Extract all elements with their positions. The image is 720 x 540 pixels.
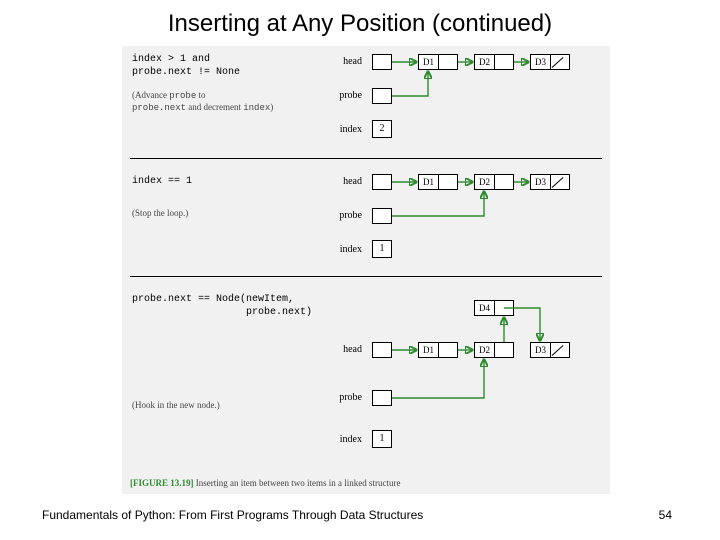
stage3-probe-ptr [372,390,392,406]
stage1-note-line2: probe.next and decrement index) [132,102,273,113]
page-number: 54 [659,508,672,522]
divider-2 [130,276,602,277]
stage3-note: (Hook in the new node.) [132,400,220,410]
stage2-node-d3: D3 [530,174,570,190]
stage2-code: index == 1 [132,176,192,187]
stage2-index-label: index [312,244,362,255]
stage3-code-line1: probe.next == Node(newItem, [132,294,294,305]
stage3-head-ptr [372,342,392,358]
stage1-node-d1: D1 [418,54,458,70]
stage1-node-d3: D3 [530,54,570,70]
stage1-note-line1: (Advance probe to [132,90,206,101]
page-title: Inserting at Any Position (continued) [0,10,720,38]
stage2-node-d2: D2 [474,174,514,190]
stage3-node-d1: D1 [418,342,458,358]
stage1-code-line1: index > 1 and [132,54,210,65]
stage2-index-box: 1 [372,240,392,258]
stage3-node-d3: D3 [530,342,570,358]
stage3-probe-label: probe [312,392,362,403]
stage2-probe-label: probe [312,210,362,221]
stage1-head-ptr [372,54,392,70]
stage2-head-ptr [372,174,392,190]
stage-3: probe.next == Node(newItem, probe.next) … [122,286,610,476]
figure-container: index > 1 and probe.next != None (Advanc… [122,46,610,494]
stage1-code-line2: probe.next != None [132,67,240,78]
stage3-index-label: index [312,434,362,445]
stage1-probe-label: probe [312,90,362,101]
stage2-probe-ptr [372,208,392,224]
stage3-head-label: head [312,344,362,355]
stage-2: index == 1 (Stop the loop.) head D1 D2 D… [122,168,610,282]
stage1-index-box: 2 [372,120,392,138]
stage2-note: (Stop the loop.) [132,208,188,218]
stage3-node-d4: D4 [474,300,514,316]
divider-1 [130,158,602,159]
stage1-probe-ptr [372,88,392,104]
footer-text: Fundamentals of Python: From First Progr… [42,508,423,522]
stage3-code-line2: probe.next) [132,307,312,318]
stage1-head-label: head [312,56,362,67]
stage2-head-label: head [312,176,362,187]
stage1-node-d2: D2 [474,54,514,70]
stage-1: index > 1 and probe.next != None (Advanc… [122,46,610,166]
stage1-index-label: index [312,124,362,135]
stage3-node-d2: D2 [474,342,514,358]
figure-caption: [FIGURE 13.19] Inserting an item between… [130,478,400,488]
stage2-node-d1: D1 [418,174,458,190]
stage3-index-box: 1 [372,430,392,448]
